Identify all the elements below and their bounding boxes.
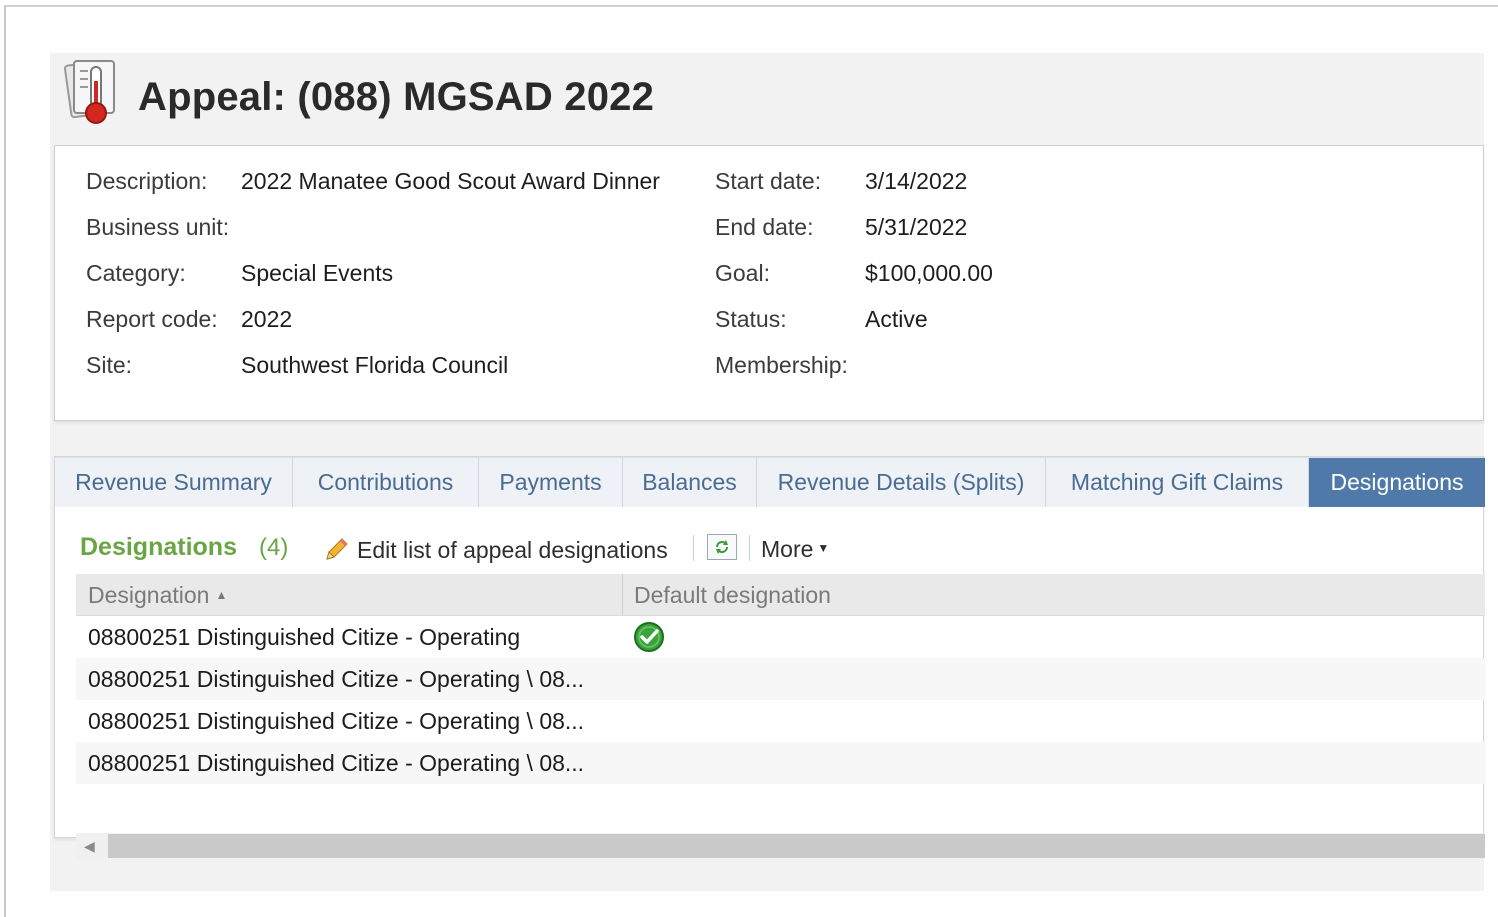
table-row[interactable]: 08800251 Distinguished Citize - Operatin… xyxy=(76,658,1485,700)
table-row[interactable]: 08800251 Distinguished Citize - Operatin… xyxy=(76,700,1485,742)
site-value: Southwest Florida Council xyxy=(241,352,509,378)
appeal-summary-panel: Description: 2022 Manatee Good Scout Awa… xyxy=(54,145,1484,421)
membership-label: Membership: xyxy=(715,352,848,378)
goal-label: Goal: xyxy=(715,260,770,286)
pencil-icon xyxy=(326,538,348,560)
designation-cell: 08800251 Distinguished Citize - Operatin… xyxy=(88,624,521,650)
tab-designations[interactable]: Designations xyxy=(1309,457,1485,507)
page-header: Appeal: (088) MGSAD 2022 xyxy=(50,53,1484,145)
default-designation-cell xyxy=(633,621,665,659)
scrollbar-thumb[interactable] xyxy=(108,834,1485,858)
start-date-value: 3/14/2022 xyxy=(865,168,968,194)
more-menu-button[interactable]: More ▼ xyxy=(761,536,829,563)
toolbar-separator xyxy=(749,535,750,561)
refresh-button[interactable] xyxy=(707,534,737,560)
end-date-value: 5/31/2022 xyxy=(865,214,968,240)
scroll-left-icon[interactable]: ◀ xyxy=(84,838,95,855)
section-title: Designations xyxy=(80,533,237,561)
more-label: More xyxy=(761,536,814,562)
category-label: Category: xyxy=(86,260,186,286)
designation-cell: 08800251 Distinguished Citize - Operatin… xyxy=(88,708,585,734)
thermometer-icon xyxy=(63,59,115,124)
tab-panel: Revenue Summary Contributions Payments B… xyxy=(54,456,1485,859)
column-divider[interactable] xyxy=(622,574,623,616)
caret-down-icon: ▼ xyxy=(817,541,830,555)
page-title: Appeal: (088) MGSAD 2022 xyxy=(138,75,655,119)
designations-grid: Designation ▲ Default designation 088002… xyxy=(76,574,1485,784)
edit-link-label: Edit list of appeal designations xyxy=(357,536,668,563)
appeal-page: Appeal: (088) MGSAD 2022 Description: 20… xyxy=(50,53,1485,891)
column-header-label: Default designation xyxy=(634,581,831,608)
description-label: Description: xyxy=(86,168,208,194)
tab-balances[interactable]: Balances xyxy=(623,457,757,507)
tab-payments[interactable]: Payments xyxy=(479,457,623,507)
designations-count: (4) xyxy=(259,534,289,561)
table-row[interactable]: 08800251 Distinguished Citize - Operatin… xyxy=(76,742,1485,784)
refresh-icon xyxy=(716,540,728,554)
checkmark-icon xyxy=(634,622,664,652)
description-value: 2022 Manatee Good Scout Award Dinner xyxy=(241,168,660,194)
status-value: Active xyxy=(865,306,928,332)
tab-revenue-details-splits[interactable]: Revenue Details (Splits) xyxy=(757,457,1046,507)
grid-header: Designation ▲ Default designation xyxy=(76,574,1485,616)
report-code-label: Report code: xyxy=(86,306,218,332)
tab-bar: Revenue Summary Contributions Payments B… xyxy=(55,457,1485,507)
window-frame: Appeal: (088) MGSAD 2022 Description: 20… xyxy=(4,5,1498,917)
designation-cell: 08800251 Distinguished Citize - Operatin… xyxy=(88,750,585,776)
report-code-value: 2022 xyxy=(241,306,293,332)
toolbar-separator xyxy=(693,535,694,561)
designation-cell: 08800251 Distinguished Citize - Operatin… xyxy=(88,666,585,692)
tab-revenue-summary[interactable]: Revenue Summary xyxy=(55,457,293,507)
status-label: Status: xyxy=(715,306,787,332)
table-row[interactable]: 08800251 Distinguished Citize - Operatin… xyxy=(76,616,1485,658)
tab-matching-gift-claims[interactable]: Matching Gift Claims xyxy=(1046,457,1309,507)
business-unit-label: Business unit: xyxy=(86,214,230,240)
tab-contributions[interactable]: Contributions xyxy=(293,457,479,507)
site-label: Site: xyxy=(86,352,133,378)
start-date-label: Start date: xyxy=(715,168,822,194)
column-header-default-designation[interactable]: Default designation xyxy=(634,574,831,616)
grid-body: 08800251 Distinguished Citize - Operatin… xyxy=(76,616,1485,784)
end-date-label: End date: xyxy=(715,214,814,240)
horizontal-scrollbar[interactable]: ◀ xyxy=(76,833,1485,859)
sort-ascending-icon: ▲ xyxy=(215,588,228,602)
edit-appeal-designations-button[interactable]: Edit list of appeal designations xyxy=(323,533,668,567)
category-value: Special Events xyxy=(241,260,394,286)
column-header-designation[interactable]: Designation ▲ xyxy=(88,574,227,616)
goal-value: $100,000.00 xyxy=(865,260,993,286)
column-header-label: Designation xyxy=(88,581,210,608)
